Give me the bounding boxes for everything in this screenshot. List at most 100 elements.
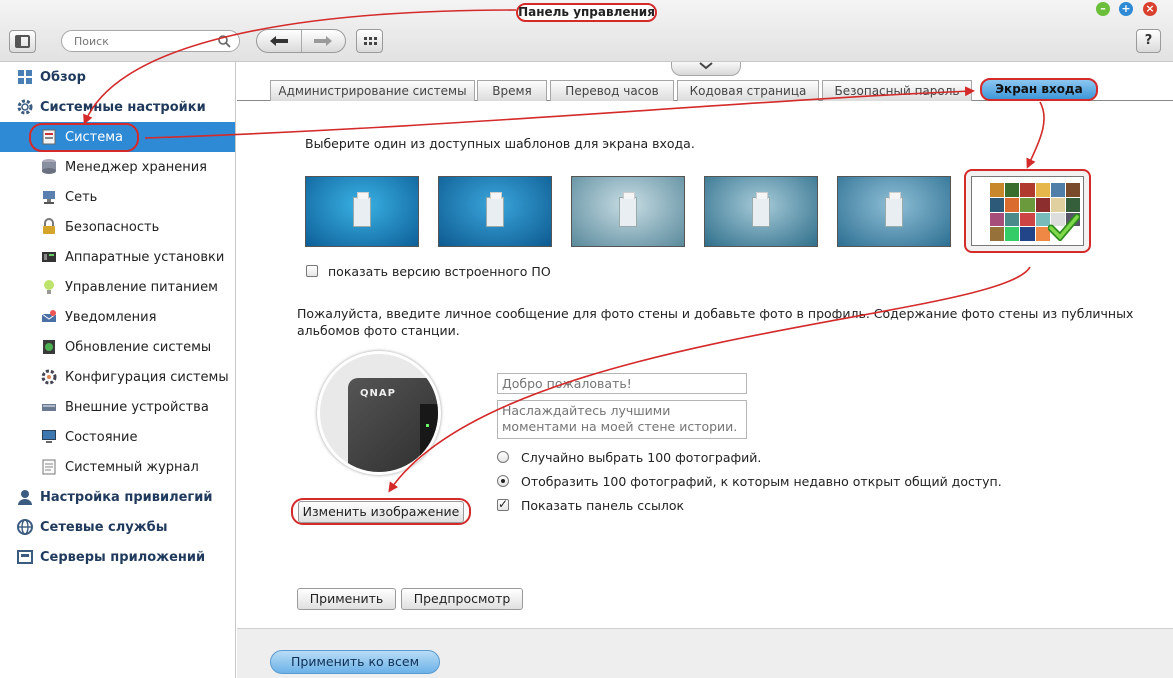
preview-button[interactable]: Предпросмотр [401, 588, 523, 610]
sidebar-item-system-log[interactable]: Системный журнал [0, 452, 235, 482]
sidebar-item-label: Обзор [40, 69, 86, 85]
globe-icon [17, 519, 33, 535]
external-device-icon [42, 404, 56, 411]
template-thumbnail[interactable] [704, 176, 818, 247]
sidebar-item-system-config[interactable]: Конфигурация системы [0, 362, 235, 392]
sidebar-item-security[interactable]: Безопасность [0, 212, 235, 242]
templates-description: Выберите один из доступных шаблонов для … [305, 136, 695, 151]
arrow-left-icon [270, 36, 288, 46]
sidebar-item-power[interactable]: Управление питанием [0, 272, 235, 302]
monitor-icon [42, 430, 56, 443]
radio-random-label: Случайно выбрать 100 фотографий. [521, 450, 762, 465]
panel-icon [15, 35, 30, 48]
template-thumbnail-selected[interactable] [964, 169, 1091, 253]
tab-password[interactable]: Безопасный пароль [822, 80, 972, 101]
apply-all-button[interactable]: Применить ко всем [270, 650, 440, 674]
back-button[interactable] [259, 32, 299, 50]
radio-random-photos[interactable] [497, 451, 509, 463]
sidebar-item-label: Безопасность [65, 219, 160, 235]
checkmark-icon [1048, 213, 1080, 241]
sidebar-item-label: Обновление системы [65, 339, 212, 355]
sidebar-item-label: Серверы приложений [40, 549, 206, 565]
sidebar-item-system[interactable]: Система [0, 122, 235, 152]
gear-icon [17, 99, 33, 115]
power-icon [44, 280, 54, 294]
radio-shared-photos[interactable] [497, 475, 509, 487]
chevron-down-icon [699, 62, 713, 70]
footer-bar: Применить ко всем [237, 628, 1173, 678]
sidebar-item-label: Системные настройки [40, 99, 206, 115]
storage-icon [42, 159, 56, 174]
sidebar-item-label: Настройка привилегий [40, 489, 213, 505]
avatar-image: QNAP [348, 378, 438, 472]
template-thumbnail[interactable] [438, 176, 552, 247]
show-links-label: Показать панель ссылок [521, 498, 685, 513]
collapse-toggle[interactable] [671, 62, 741, 76]
avatar-logo: QNAP [360, 388, 396, 399]
minimize-button[interactable]: – [1096, 2, 1110, 16]
sidebar-item-label: Внешние устройства [65, 399, 209, 415]
show-firmware-checkbox[interactable] [306, 265, 318, 277]
sidebar-item-storage[interactable]: Менеджер хранения [0, 152, 235, 182]
tab-daylight-saving[interactable]: Перевод часов [550, 80, 674, 101]
sidebar-item-label: Управление питанием [65, 279, 218, 295]
sidebar-item-hardware[interactable]: Аппаратные установки [0, 242, 235, 272]
avatar: QNAP [317, 351, 441, 475]
personal-message-input[interactable] [497, 400, 747, 439]
notification-icon [41, 310, 57, 322]
sidebar-item-external-devices[interactable]: Внешние устройства [0, 392, 235, 422]
sidebar-item-label: Система [65, 129, 124, 145]
search-input[interactable] [74, 33, 214, 49]
search-icon[interactable] [217, 34, 231, 48]
system-icon [42, 129, 56, 145]
sidebar-item-app-servers[interactable]: Серверы приложений [0, 542, 235, 572]
show-links-checkbox[interactable] [497, 497, 509, 511]
tab-time[interactable]: Время [477, 80, 547, 101]
sidebar-item-label: Конфигурация системы [65, 369, 229, 385]
config-icon [41, 369, 57, 385]
photo-wall-description: Пожалуйста, введите личное сообщение для… [297, 306, 1134, 338]
template-thumbnail[interactable] [571, 176, 685, 247]
sidebar-item-system-update[interactable]: Обновление системы [0, 332, 235, 362]
privilege-icon [18, 490, 32, 505]
forward-button[interactable] [303, 32, 343, 50]
app-server-icon [17, 550, 33, 564]
history-nav [256, 29, 346, 53]
sidebar-item-label: Уведомления [65, 309, 157, 325]
template-thumbnail[interactable] [837, 176, 951, 247]
lock-icon [43, 218, 55, 234]
tab-codepage[interactable]: Кодовая страница [677, 80, 819, 101]
sidebar-item-network[interactable]: Сеть [0, 182, 235, 212]
sidebar-item-label: Менеджер хранения [65, 159, 207, 175]
maximize-button[interactable]: + [1119, 2, 1133, 16]
search-box[interactable] [61, 30, 240, 52]
tab-login-screen[interactable]: Экран входа [980, 78, 1098, 101]
sidebar-item-privileges[interactable]: Настройка привилегий [0, 482, 235, 512]
sidebar-item-overview[interactable]: Обзор [0, 62, 235, 92]
sidebar-item-notifications[interactable]: Уведомления [0, 302, 235, 332]
overview-icon [18, 70, 32, 84]
hardware-icon [42, 252, 56, 262]
apply-button[interactable]: Применить [297, 588, 396, 610]
help-button[interactable]: ? [1136, 29, 1161, 53]
template-thumbnail[interactable] [305, 176, 419, 247]
arrow-right-icon [314, 36, 332, 46]
sidebar-item-label: Сеть [65, 189, 98, 205]
update-icon [43, 340, 55, 354]
app-menu-button[interactable] [9, 30, 36, 53]
show-firmware-label: показать версию встроенного ПО [328, 264, 551, 279]
tab-bar: Администрирование системы Время Перевод … [237, 78, 1173, 101]
radio-shared-label: Отобразить 100 фотографий, к которым нед… [521, 474, 1002, 489]
log-icon [42, 459, 56, 475]
sidebar-item-system-settings[interactable]: Системные настройки [0, 92, 235, 122]
change-image-button[interactable]: Изменить изображение [298, 501, 464, 523]
sidebar-item-network-services[interactable]: Сетевые службы [0, 512, 235, 542]
title-callout: Панель управления [516, 3, 657, 22]
apps-grid-button[interactable] [356, 29, 383, 53]
close-button[interactable]: × [1143, 2, 1157, 16]
sidebar-item-status[interactable]: Состояние [0, 422, 235, 452]
tab-system-admin[interactable]: Администрирование системы [270, 80, 475, 101]
welcome-message-input[interactable] [497, 373, 747, 394]
sidebar: Обзор Системные настройки Система Менедж… [0, 62, 236, 678]
sidebar-item-label: Состояние [65, 429, 138, 445]
